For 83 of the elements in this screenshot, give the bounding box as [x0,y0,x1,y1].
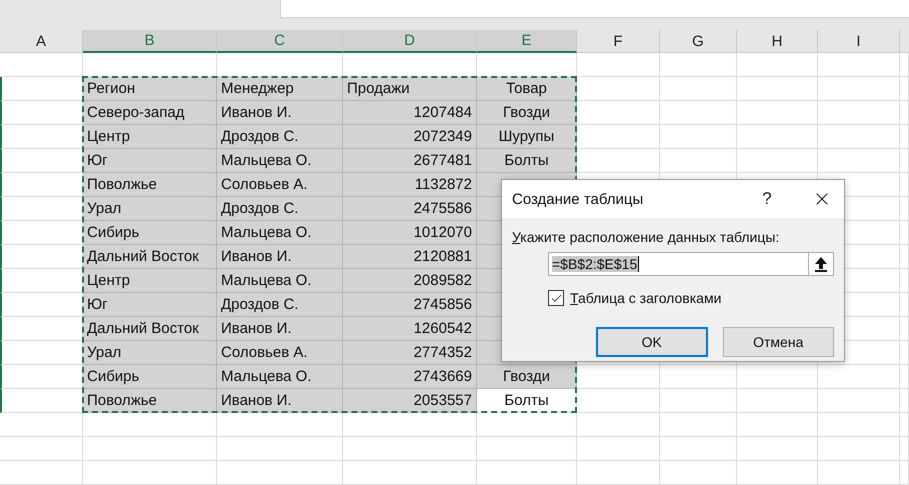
column-header[interactable]: G [660,30,737,53]
table-cell [900,341,909,365]
table-cell [900,293,909,317]
column-header[interactable]: B [83,30,217,53]
ok-button[interactable]: OK [596,327,708,357]
table-cell [900,53,909,77]
table-cell [900,125,909,149]
table-cell: Гвозди [477,365,577,389]
table-cell [900,173,909,197]
table-cell [900,413,909,437]
table-cell: Иванов И. [217,245,343,269]
table-cell: Юг [83,149,217,173]
range-field[interactable]: =$B$2:$E$15 [548,252,834,276]
upload-arrow-icon [815,256,827,272]
table-cell: Дальний Восток [83,245,217,269]
table-cell [900,461,909,485]
table-cell: Дроздов С. [217,293,343,317]
table-cell: Иванов И. [217,101,343,125]
table-cell [900,365,909,389]
table-cell: Гвозди [477,101,577,125]
range-label: Укажите расположение данных таблицы: [512,229,780,245]
table-cell: Центр [83,269,217,293]
table-cell: 1012070 [343,221,477,245]
table-cell: 2677481 [343,149,477,173]
table-cell: Шурупы [477,125,577,149]
table-cell [900,149,909,173]
table-cell [900,245,909,269]
table-cell: Соловьев А. [217,173,343,197]
table-cell: Поволжье [83,173,217,197]
table-cell [900,317,909,341]
table-cell: Болты [477,149,577,173]
table-cell: 2745856 [343,293,477,317]
table-cell: 2743669 [343,365,477,389]
table-cell [900,221,909,245]
table-cell: Соловьев А. [217,341,343,365]
table-cell: Мальцева О. [217,221,343,245]
table-cell [900,77,909,101]
table-cell: 2475586 [343,197,477,221]
cancel-button[interactable]: Отмена [722,327,834,357]
column-header[interactable]: H [737,30,818,53]
table-cell: Продажи [343,77,477,101]
checkbox-label: Таблица с заголовками [570,290,722,306]
help-button[interactable]: ? [752,184,782,214]
table-cell: 1260542 [343,317,477,341]
table-cell: Мальцева О. [217,269,343,293]
table-cell: Юг [83,293,217,317]
table-cell: 2774352 [343,341,477,365]
table-cell: Иванов И. [217,389,343,413]
table-cell: Сибирь [83,221,217,245]
column-header[interactable]: F [577,30,660,53]
table-cell: Мальцева О. [217,149,343,173]
table-cell: Урал [83,197,217,221]
column-header[interactable]: A [0,30,83,53]
table-cell: 2053557 [343,389,477,413]
table-cell: Дроздов С. [217,197,343,221]
table-cell: 1207484 [343,101,477,125]
table-cell [900,197,909,221]
headers-checkbox[interactable] [548,290,564,306]
column-header[interactable]: D [343,30,477,53]
table-cell: Северо-запад [83,101,217,125]
table-cell: 2072349 [343,125,477,149]
table-cell: Урал [83,341,217,365]
table-cell: Поволжье [83,389,217,413]
table-cell: 2089582 [343,269,477,293]
table-cell: Дроздов С. [217,125,343,149]
table-cell [900,389,909,413]
table-cell: 1132872 [343,173,477,197]
table-cell: Сибирь [83,365,217,389]
column-header[interactable]: I [818,30,900,53]
dialog-title: Создание таблицы [512,190,644,208]
table-cell: Дальний Восток [83,317,217,341]
table-cell: Иванов И. [217,317,343,341]
table-cell: Товар [477,77,577,101]
table-cell [900,437,909,461]
table-cell: Менеджер [217,77,343,101]
table-cell [900,269,909,293]
table-cell: Регион [83,77,217,101]
table-cell [900,101,909,125]
column-header[interactable]: E [477,30,577,53]
table-cell: Центр [83,125,217,149]
column-header[interactable]: C [217,30,343,53]
table-cell: Мальцева О. [217,365,343,389]
table-cell: 2120881 [343,245,477,269]
